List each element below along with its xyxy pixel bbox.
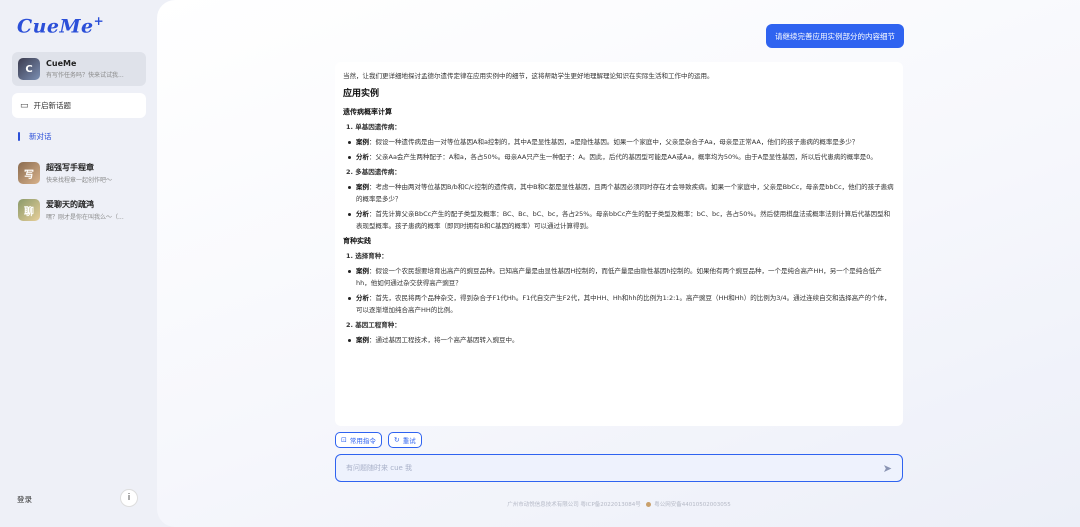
icp-link[interactable]: 广州市动悦信息技术有限公司 粤ICP备2022013084号: [507, 502, 641, 508]
new-topic-label: 开启新话题: [33, 101, 72, 110]
agent-name: CueMe: [46, 59, 77, 68]
app-logo[interactable]: CueMe+: [17, 14, 104, 37]
list-item: 案例：通过基因工程技术，将一个高产基因转入豌豆中。: [346, 334, 895, 346]
refresh-icon: ↻: [393, 436, 400, 444]
commands-label: 常用指令: [349, 437, 376, 445]
agent-subtitle: 快来找程章一起创作吧～: [46, 177, 113, 184]
assistant-answer: 当然，让我们更详细地探讨孟德尔遗传定律在应用实例中的细节，这将帮助学生更好地理解…: [335, 62, 903, 426]
new-chat-icon: ▭: [20, 100, 29, 111]
retry-button[interactable]: ↻ 重试: [387, 432, 422, 448]
new-topic-button[interactable]: ▭ 开启新话题: [12, 93, 146, 118]
commands-button[interactable]: ⊡ 常用指令: [335, 432, 382, 448]
agent-card-chatter[interactable]: 聊 爱聊天的疏鸿 嘿？刚才是你在叫我么～（...: [12, 193, 146, 227]
numbered-item-title: 2. 多基因遗传病：: [346, 168, 401, 176]
chat-panel: 请继续完善应用实例部分的内容细节 当然，让我们更详细地探讨孟德尔遗传定律在应用实…: [157, 0, 1080, 527]
agent-avatar: 聊: [18, 199, 40, 221]
list-item: 分析：父亲Aa会产生两种配子：A和a，各占50%。母亲AA只产生一种配子：A。因…: [346, 151, 895, 163]
login-link[interactable]: 登录: [17, 494, 32, 505]
numbered-item-title: 1. 单基因遗传病：: [346, 123, 401, 131]
quick-actions: ⊡ 常用指令 ↻ 重试: [335, 432, 422, 448]
list-item: 案例：考虑一种由两对等位基因B/b和C/c控制的遗传病，其中B和C都是显性基因，…: [346, 181, 895, 205]
agent-card-writer[interactable]: 写 超强写手程章 快来找程章一起创作吧～: [12, 156, 146, 190]
send-icon[interactable]: ➤: [883, 462, 892, 475]
police-badge-icon: [645, 502, 651, 507]
info-icon[interactable]: i: [120, 489, 138, 507]
agent-name: 爱聊天的疏鸿: [46, 200, 94, 209]
footer: 广州市动悦信息技术有限公司 粤ICP备2022013084号 粤公网安备4401…: [335, 500, 903, 508]
conversation-label: 新对话: [29, 132, 52, 141]
logo-plus-icon: +: [93, 14, 105, 28]
answer-heading: 应用实例: [343, 89, 380, 99]
agent-name: 超强写手程章: [46, 163, 94, 172]
police-record-link[interactable]: 粤公网安备44010502003055: [654, 502, 731, 508]
list-item: 分析：首先，农民将两个品种杂交，得到杂合子F1代Hh。F1代自交产生F2代，其中…: [346, 292, 895, 316]
numbered-item-title: 1. 选择育种：: [346, 252, 388, 260]
agent-avatar: C: [18, 58, 40, 80]
numbered-item-title: 2. 基因工程育种：: [346, 321, 401, 329]
agent-subtitle: 有写作任务吗？快来试试我...: [46, 72, 124, 79]
section-title: 遗传病概率计算: [343, 108, 392, 116]
bullet-list: 案例：通过基因工程技术，将一个高产基因转入豌豆中。: [346, 334, 895, 346]
message-input[interactable]: [346, 464, 883, 472]
agent-card-cueme[interactable]: C CueMe 有写作任务吗？快来试试我...: [12, 52, 146, 86]
conversation-item-current[interactable]: 新对话: [18, 131, 52, 142]
section-title: 育种实践: [343, 237, 371, 245]
message-input-box[interactable]: ➤: [335, 454, 903, 482]
sidebar: CueMe+ C CueMe 有写作任务吗？快来试试我... ▭ 开启新话题 新…: [0, 0, 157, 527]
bullet-list: 案例：假设一种遗传病是由一对等位基因A和a控制的，其中A是显性基因，a是隐性基因…: [346, 136, 895, 163]
list-item: 案例：假设一种遗传病是由一对等位基因A和a控制的，其中A是显性基因，a是隐性基因…: [346, 136, 895, 148]
bullet-list: 案例：假设一个农民想要培育出高产的豌豆品种。已知高产量是由显性基因H控制的，而低…: [346, 265, 895, 316]
list-item: 案例：假设一个农民想要培育出高产的豌豆品种。已知高产量是由显性基因H控制的，而低…: [346, 265, 895, 289]
bullet-list: 案例：考虑一种由两对等位基因B/b和C/c控制的遗传病，其中B和C都是显性基因，…: [346, 181, 895, 232]
agent-subtitle: 嘿？刚才是你在叫我么～（...: [46, 214, 124, 221]
answer-intro: 当然，让我们更详细地探讨孟德尔遗传定律在应用实例中的细节，这将帮助学生更好地理解…: [343, 72, 714, 80]
agent-avatar: 写: [18, 162, 40, 184]
list-item: 分析：首先计算父亲BbCc产生的配子类型及概率：BC、Bc、bC、bc，各占25…: [346, 208, 895, 232]
retry-label: 重试: [402, 437, 416, 445]
command-icon: ⊡: [341, 436, 347, 444]
active-indicator: [18, 132, 20, 141]
user-message-bubble: 请继续完善应用实例部分的内容细节: [766, 24, 904, 48]
